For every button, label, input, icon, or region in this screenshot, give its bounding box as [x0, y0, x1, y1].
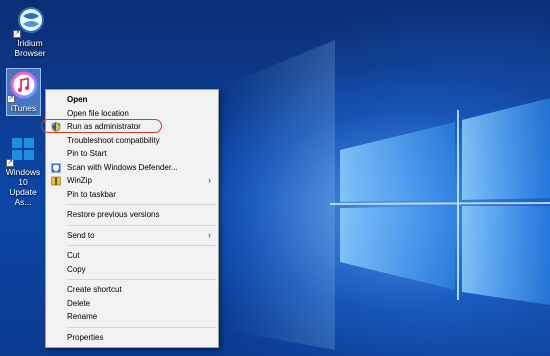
menu-item-troubleshoot-compatibility[interactable]: Troubleshoot compatibility [46, 134, 218, 148]
menu-item-create-shortcut[interactable]: Create shortcut [46, 283, 218, 297]
menu-item-pin-to-start[interactable]: Pin to Start [46, 147, 218, 161]
menu-item-rename[interactable]: Rename [46, 310, 218, 324]
desktop-icon-label: Windows 10 [5, 167, 41, 187]
context-menu: Open Open file location Run as administr… [41, 89, 219, 348]
menu-item-copy[interactable]: Copy [46, 263, 218, 277]
desktop-icon-label: iTunes [10, 103, 37, 113]
itunes-icon: ↗ [6, 71, 39, 103]
menu-separator [67, 224, 216, 226]
submenu-arrow-icon: › [208, 175, 211, 185]
menu-item-scan-with-defender[interactable]: Scan with Windows Defender... [46, 161, 218, 175]
iridium-browser-icon: ↗ [13, 6, 45, 38]
shortcut-arrow-icon: ↗ [13, 30, 21, 38]
winzip-icon [51, 176, 61, 186]
menu-item-send-to[interactable]: Send to › [46, 229, 218, 243]
menu-item-delete[interactable]: Delete [46, 297, 218, 311]
menu-item-open[interactable]: Open [46, 93, 218, 107]
submenu-arrow-icon: › [208, 229, 211, 240]
windows-logo-icon: ↗ [6, 135, 38, 167]
menu-separator [67, 245, 216, 246]
desktop-icon-label: Iridium [17, 38, 43, 48]
menu-item-cut[interactable]: Cut [46, 249, 218, 263]
desktop-icon-label: Browser [14, 48, 46, 58]
highlight-annotation-ring [41, 119, 162, 133]
menu-separator [67, 279, 216, 280]
shortcut-arrow-icon: ↗ [6, 159, 14, 167]
menu-item-label: Send to [67, 230, 95, 240]
menu-separator [67, 326, 216, 328]
desktop-icon-windows-update-assistant[interactable]: ↗ Windows 10 Update As... [0, 135, 46, 207]
menu-item-properties[interactable]: Properties [46, 331, 218, 345]
desktop-icon-iridium-browser[interactable]: ↗ Iridium Browser [3, 6, 57, 58]
menu-item-label: WinZip [67, 176, 92, 185]
desktop-icon-itunes[interactable]: ↗ iTunes [6, 68, 41, 116]
menu-item-open-file-location[interactable]: Open file location [46, 107, 218, 121]
shortcut-arrow-icon: ↗ [6, 95, 15, 103]
menu-item-restore-previous-versions[interactable]: Restore previous versions [46, 208, 218, 222]
menu-item-pin-to-taskbar[interactable]: Pin to taskbar [46, 188, 218, 202]
desktop-icon-label: Update As... [9, 187, 37, 207]
menu-item-winzip[interactable]: WinZip › [46, 174, 218, 188]
menu-separator [67, 204, 216, 205]
menu-item-run-as-administrator[interactable]: Run as administrator [41, 119, 218, 134]
desktop-background: ↗ Iridium Browser ↗ iTunes ↗ Windows 10 … [0, 0, 550, 356]
windows-defender-icon [51, 163, 61, 173]
menu-item-label: Scan with Windows Defender... [67, 162, 178, 172]
